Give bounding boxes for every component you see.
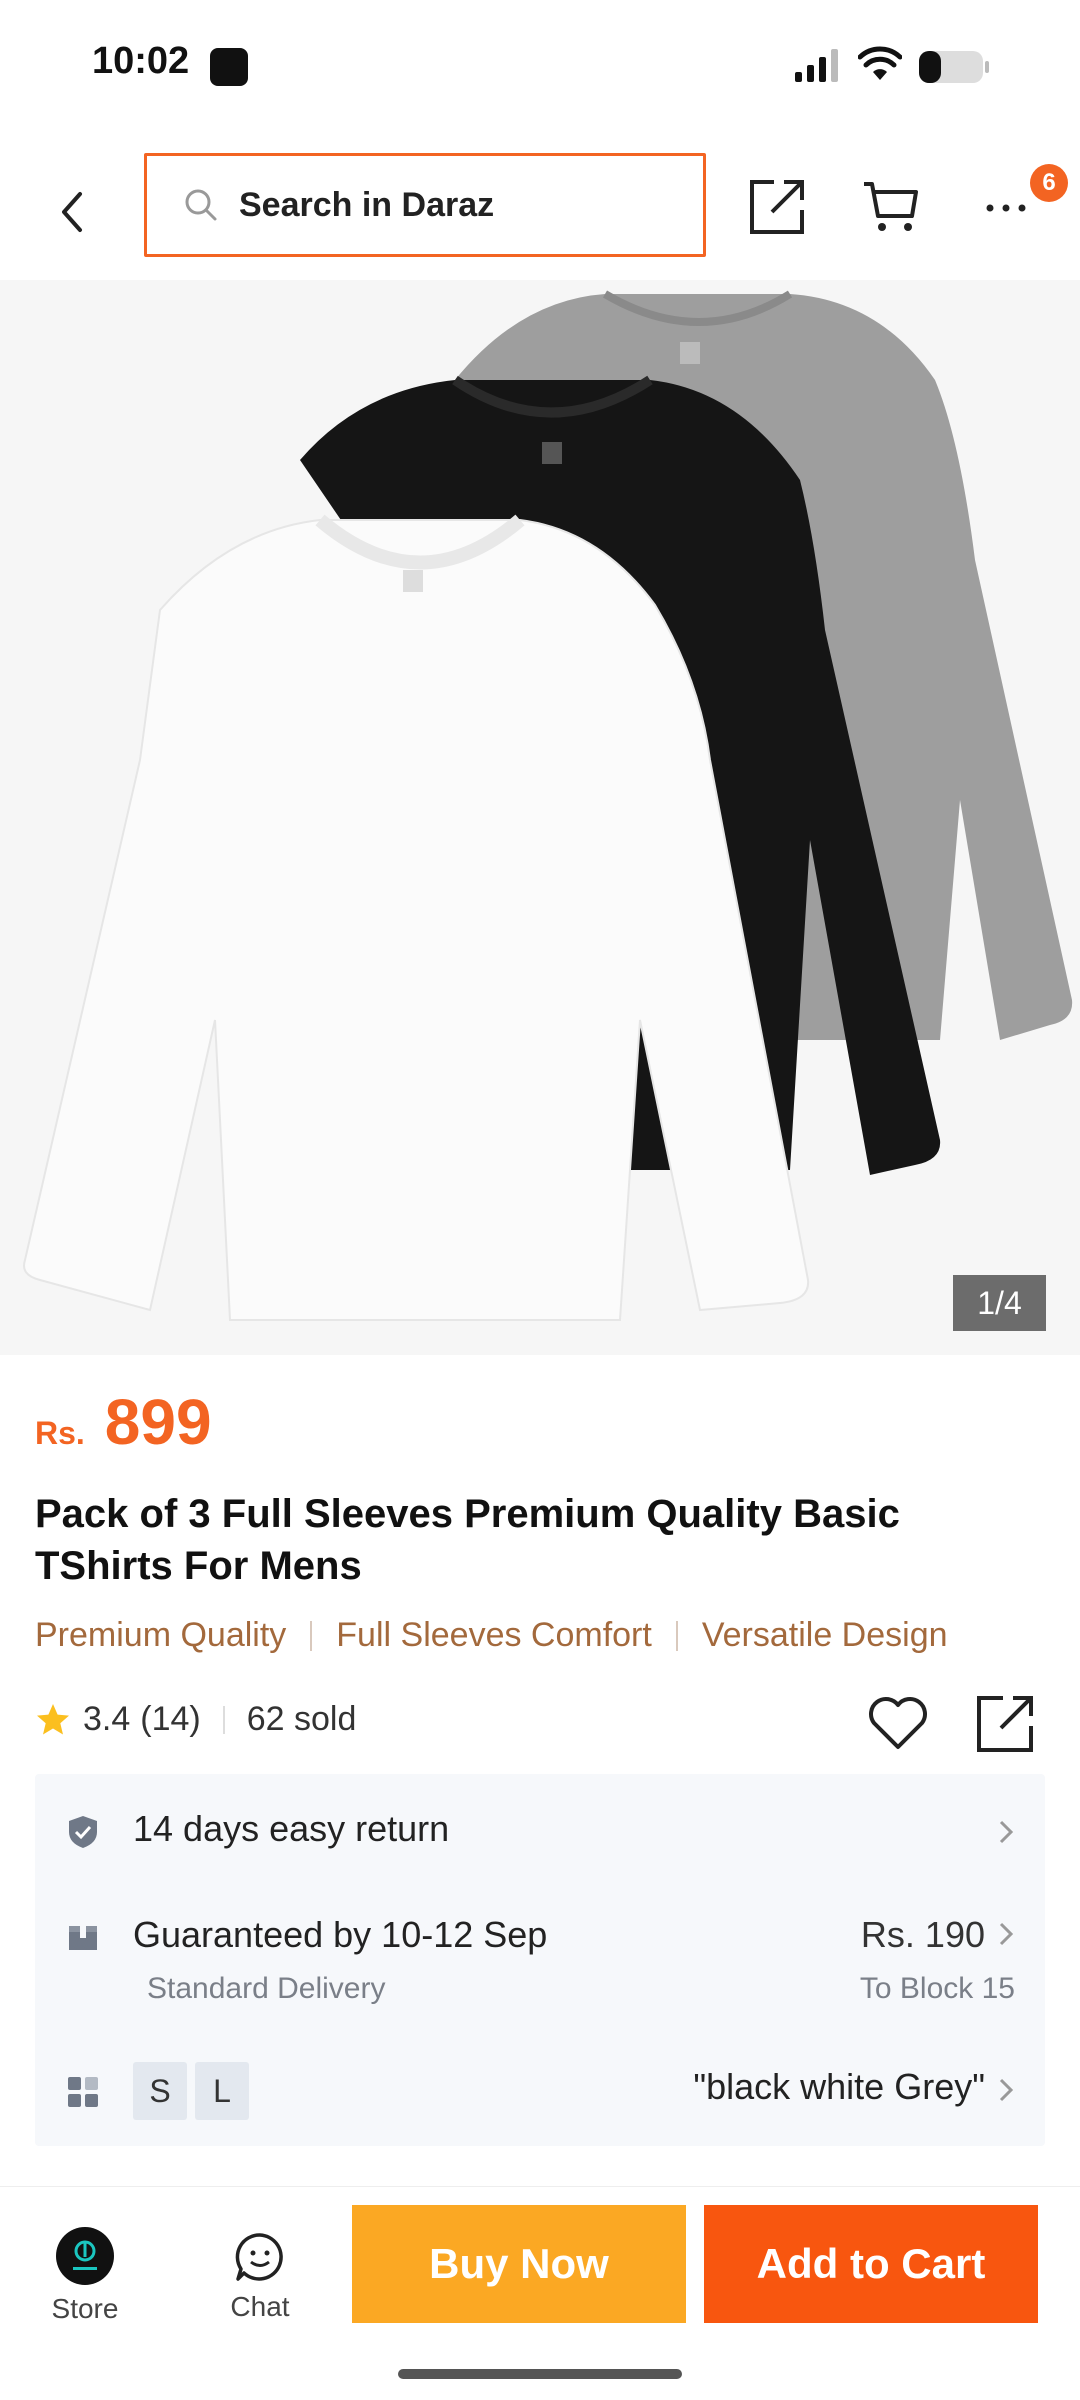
bottom-action-bar: Store Chat Buy Now Add to Cart	[0, 2186, 1080, 2400]
more-options-icon[interactable]	[984, 190, 1028, 220]
product-price: Rs. 899	[35, 1385, 212, 1459]
recording-indicator-icon	[210, 48, 248, 86]
product-tags: Premium Quality Full Sleeves Comfort Ver…	[35, 1616, 948, 1655]
delivery-type: Standard Delivery	[147, 1972, 386, 2005]
share-icon[interactable]	[975, 1692, 1037, 1754]
delivery-box-icon	[69, 1926, 97, 1950]
delivery-location: To Block 15	[859, 1972, 1015, 2005]
wishlist-heart-icon[interactable]	[868, 1695, 928, 1751]
image-counter: 1/4	[953, 1275, 1046, 1331]
product-title: Pack of 3 Full Sleeves Premium Quality B…	[35, 1492, 900, 1588]
wifi-icon	[858, 46, 902, 80]
store-label: Store	[51, 2293, 119, 2324]
divider	[675, 1620, 678, 1651]
chat-button[interactable]: Chat	[210, 2227, 310, 2337]
store-logo-icon	[56, 2227, 114, 2285]
selected-variant[interactable]: "black white Grey"	[693, 2066, 985, 2108]
rating-value: 3.4	[83, 1700, 131, 1738]
back-arrow-icon[interactable]	[50, 184, 94, 240]
notification-badge: 6	[1030, 164, 1068, 202]
chat-icon	[235, 2233, 283, 2281]
battery-icon	[919, 51, 989, 83]
shield-check-icon	[69, 1816, 97, 1848]
divider	[310, 1620, 313, 1651]
tag-item: Full Sleeves Comfort	[336, 1616, 652, 1654]
status-bar: 10:02	[0, 0, 1080, 130]
delivery-date[interactable]: Guaranteed by 10-12 Sep	[133, 1914, 547, 1956]
cart-icon[interactable]	[862, 178, 920, 234]
buy-now-button[interactable]: Buy Now	[352, 2205, 686, 2323]
size-option[interactable]: L	[195, 2062, 249, 2120]
home-indicator[interactable]	[398, 2369, 682, 2379]
size-option[interactable]: S	[133, 2062, 187, 2120]
chevron-right-icon[interactable]	[997, 1818, 1015, 1846]
chat-label: Chat	[230, 2291, 290, 2322]
price-value: 899	[104, 1386, 212, 1458]
chevron-right-icon[interactable]	[997, 1920, 1015, 1948]
tag-item: Premium Quality	[35, 1616, 287, 1654]
add-to-cart-button[interactable]: Add to Cart	[704, 2205, 1038, 2323]
delivery-price: Rs. 190	[860, 1914, 985, 1955]
service-info-panel: 14 days easy return Guaranteed by 10-12 …	[35, 1774, 1045, 2146]
review-count: (14)	[140, 1700, 201, 1738]
price-currency: Rs.	[35, 1415, 85, 1451]
product-image	[23, 290, 1073, 1321]
search-input[interactable]: Search in Daraz	[144, 153, 706, 257]
star-icon	[37, 1703, 69, 1734]
store-button[interactable]: Store	[30, 2227, 140, 2337]
status-time: 10:02	[92, 40, 190, 82]
tag-item: Versatile Design	[701, 1616, 948, 1654]
sold-count: 62 sold	[246, 1700, 357, 1738]
rating-row[interactable]: 3.4 (14) 62 sold	[35, 1700, 356, 1739]
return-policy-text[interactable]: 14 days easy return	[133, 1808, 449, 1850]
chevron-right-icon[interactable]	[997, 2076, 1015, 2104]
share-icon[interactable]	[748, 176, 808, 236]
product-image-gallery[interactable]	[0, 280, 1080, 1355]
divider	[222, 1705, 225, 1734]
search-icon	[185, 189, 217, 221]
signal-icon	[795, 49, 838, 82]
search-placeholder: Search in Daraz	[239, 185, 495, 224]
variant-grid-icon	[68, 2077, 98, 2107]
top-nav-bar: Search in Daraz 6	[0, 140, 1080, 280]
